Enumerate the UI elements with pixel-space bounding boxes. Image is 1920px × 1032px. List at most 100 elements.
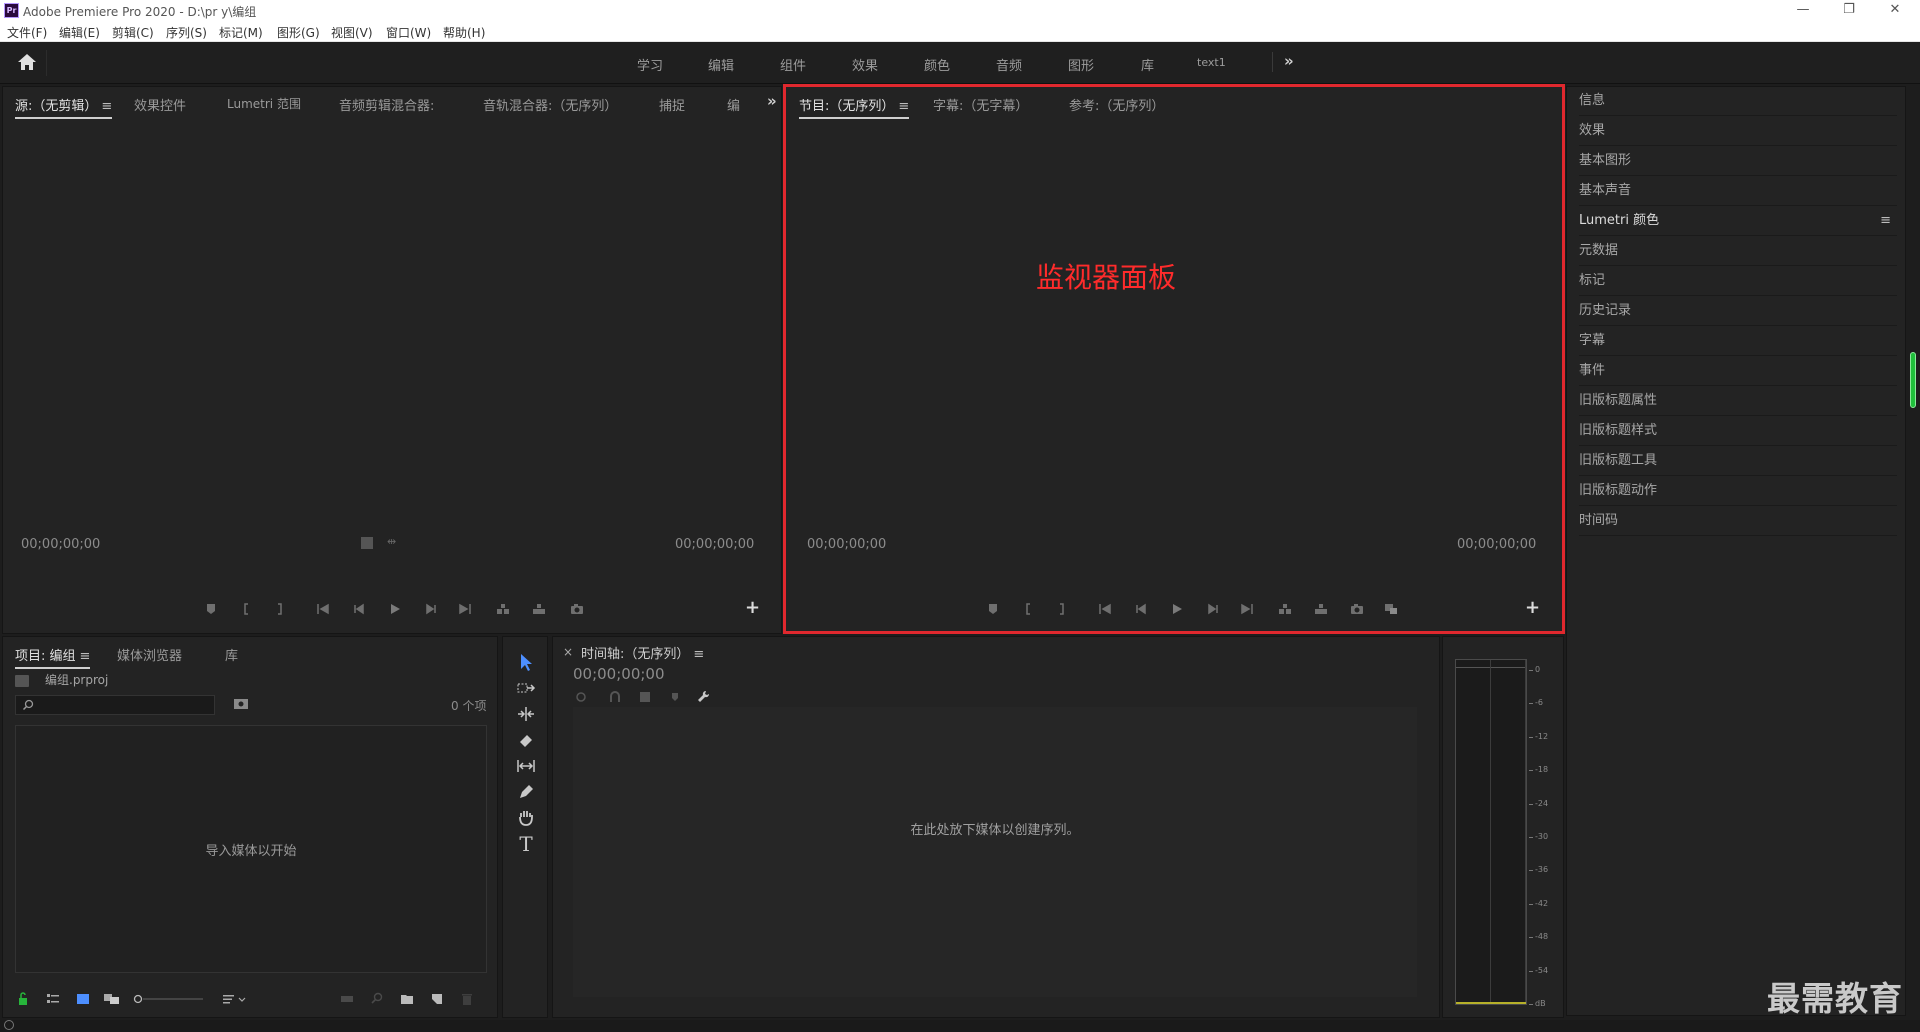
- step-back-icon[interactable]: [1133, 601, 1149, 617]
- add-marker-icon[interactable]: [667, 689, 683, 705]
- find-icon[interactable]: [369, 991, 385, 1007]
- step-forward-icon[interactable]: [1205, 601, 1221, 617]
- panel-menu-icon[interactable]: ≡: [898, 99, 909, 114]
- scrollbar[interactable]: [1910, 352, 1916, 408]
- hand-tool-icon[interactable]: [515, 807, 537, 829]
- menu-sequence[interactable]: 序列(S): [166, 24, 207, 41]
- menu-graphics[interactable]: 图形(G): [277, 24, 320, 41]
- panel-lumetri-color[interactable]: Lumetri 颜色 ≡: [1579, 207, 1897, 236]
- tab-lumetri-scopes[interactable]: Lumetri 范围: [227, 95, 301, 112]
- menu-file[interactable]: 文件(F): [7, 24, 47, 41]
- add-marker-icon[interactable]: [203, 601, 219, 617]
- workspace-color[interactable]: 颜色: [924, 55, 950, 74]
- freeform-view-icon[interactable]: [103, 991, 119, 1007]
- workspace-graphics[interactable]: 图形: [1068, 55, 1094, 74]
- overwrite-icon[interactable]: [531, 601, 547, 617]
- step-forward-icon[interactable]: [423, 601, 439, 617]
- tab-audio-clip-mixer[interactable]: 音频剪辑混合器:: [339, 95, 434, 114]
- tab-edit-truncated[interactable]: 编: [727, 95, 740, 114]
- panel-legacy-title-actions[interactable]: 旧版标题动作: [1579, 477, 1897, 506]
- go-to-out-icon[interactable]: [1239, 601, 1255, 617]
- tab-libraries[interactable]: 库: [225, 645, 238, 664]
- panel-timecode[interactable]: 时间码: [1579, 507, 1897, 536]
- wrench-icon[interactable]: [695, 689, 711, 705]
- workspace-editing[interactable]: 编辑: [708, 55, 734, 74]
- tab-timeline[interactable]: 时间轴:（无序列） ≡: [581, 643, 704, 662]
- panel-menu-icon[interactable]: ≡: [80, 649, 91, 664]
- home-icon[interactable]: [16, 52, 38, 72]
- step-back-icon[interactable]: [351, 601, 367, 617]
- linked-selection-icon[interactable]: [637, 689, 653, 705]
- close-button[interactable]: ✕: [1872, 0, 1918, 22]
- play-icon[interactable]: [1169, 601, 1185, 617]
- panel-markers[interactable]: 标记: [1579, 267, 1897, 296]
- tab-source[interactable]: 源:（无剪辑） ≡: [15, 95, 113, 119]
- menu-help[interactable]: 帮助(H): [443, 24, 485, 41]
- tab-audio-track-mixer[interactable]: 音轨混合器:（无序列）: [483, 95, 617, 114]
- panel-info[interactable]: 信息: [1579, 87, 1897, 116]
- type-tool-icon[interactable]: T: [515, 833, 537, 855]
- list-view-icon[interactable]: [45, 991, 61, 1007]
- add-button[interactable]: +: [745, 597, 760, 618]
- restore-button[interactable]: ❐: [1826, 0, 1872, 22]
- go-to-out-icon[interactable]: [457, 601, 473, 617]
- track-select-tool-icon[interactable]: [515, 677, 537, 699]
- export-frame-icon[interactable]: [569, 601, 585, 617]
- add-marker-icon[interactable]: [985, 601, 1001, 617]
- close-tab-button[interactable]: ×: [563, 645, 573, 659]
- menu-marker[interactable]: 标记(M): [219, 24, 263, 41]
- ripple-edit-tool-icon[interactable]: [515, 703, 537, 725]
- panel-menu-icon[interactable]: ≡: [693, 647, 704, 662]
- workspace-libraries[interactable]: 库: [1141, 55, 1154, 74]
- workspace-learn[interactable]: 学习: [637, 55, 663, 74]
- workspace-text1[interactable]: text1: [1197, 56, 1226, 69]
- play-icon[interactable]: [387, 601, 403, 617]
- snap-icon[interactable]: [607, 689, 623, 705]
- comparison-view-icon[interactable]: [1383, 601, 1399, 617]
- panel-essential-graphics[interactable]: 基本图形: [1579, 147, 1897, 176]
- panel-essential-sound[interactable]: 基本声音: [1579, 177, 1897, 206]
- go-to-in-icon[interactable]: [1097, 601, 1113, 617]
- workspace-assembly[interactable]: 组件: [780, 55, 806, 74]
- go-to-in-icon[interactable]: [315, 601, 331, 617]
- drag-video-icon[interactable]: ⇹: [387, 535, 396, 548]
- search-input[interactable]: [15, 695, 215, 715]
- new-bin-icon[interactable]: [399, 991, 415, 1007]
- selection-tool-icon[interactable]: [515, 651, 537, 673]
- timeline-timecode[interactable]: 00;00;00;00: [573, 665, 665, 683]
- panel-history[interactable]: 历史记录: [1579, 297, 1897, 326]
- source-timecode-out[interactable]: 00;00;00;00: [675, 537, 754, 552]
- minimize-button[interactable]: —: [1780, 0, 1826, 22]
- zoom-level-icon[interactable]: [361, 537, 373, 549]
- mark-in-icon[interactable]: [239, 601, 255, 617]
- razor-tool-icon[interactable]: [515, 729, 537, 751]
- tab-project[interactable]: 项目: 编组 ≡: [15, 645, 91, 669]
- menu-view[interactable]: 视图(V): [331, 24, 373, 41]
- panel-menu-icon[interactable]: ≡: [101, 99, 112, 114]
- zoom-slider[interactable]: [133, 991, 209, 1007]
- tab-capture[interactable]: 捕捉: [659, 95, 685, 114]
- lock-icon[interactable]: [15, 991, 31, 1007]
- panel-legacy-title-tools[interactable]: 旧版标题工具: [1579, 447, 1897, 476]
- export-frame-icon[interactable]: [1349, 601, 1365, 617]
- new-item-icon[interactable]: [429, 991, 445, 1007]
- icon-view-icon[interactable]: [75, 991, 91, 1007]
- panel-events[interactable]: 事件: [1579, 357, 1897, 386]
- panel-effects[interactable]: 效果: [1579, 117, 1897, 146]
- program-timecode-in[interactable]: 00;00;00;00: [807, 537, 886, 552]
- panel-legacy-title-styles[interactable]: 旧版标题样式: [1579, 417, 1897, 446]
- tabs-overflow-button[interactable]: »: [767, 92, 777, 110]
- source-timecode-in[interactable]: 00;00;00;00: [21, 537, 100, 552]
- tab-reference[interactable]: 参考:（无序列）: [1069, 95, 1164, 114]
- project-drop-zone[interactable]: 导入媒体以开始: [15, 725, 487, 973]
- pen-tool-icon[interactable]: [515, 781, 537, 803]
- mark-out-icon[interactable]: [271, 601, 287, 617]
- panel-menu-icon[interactable]: ≡: [1880, 207, 1891, 235]
- nest-icon[interactable]: [573, 689, 589, 705]
- program-timecode-out[interactable]: 00;00;00;00: [1457, 537, 1536, 552]
- mark-in-icon[interactable]: [1021, 601, 1037, 617]
- slip-tool-icon[interactable]: [515, 755, 537, 777]
- tab-captions[interactable]: 字幕:（无字幕）: [933, 95, 1028, 114]
- insert-icon[interactable]: [495, 601, 511, 617]
- tab-media-browser[interactable]: 媒体浏览器: [117, 645, 182, 664]
